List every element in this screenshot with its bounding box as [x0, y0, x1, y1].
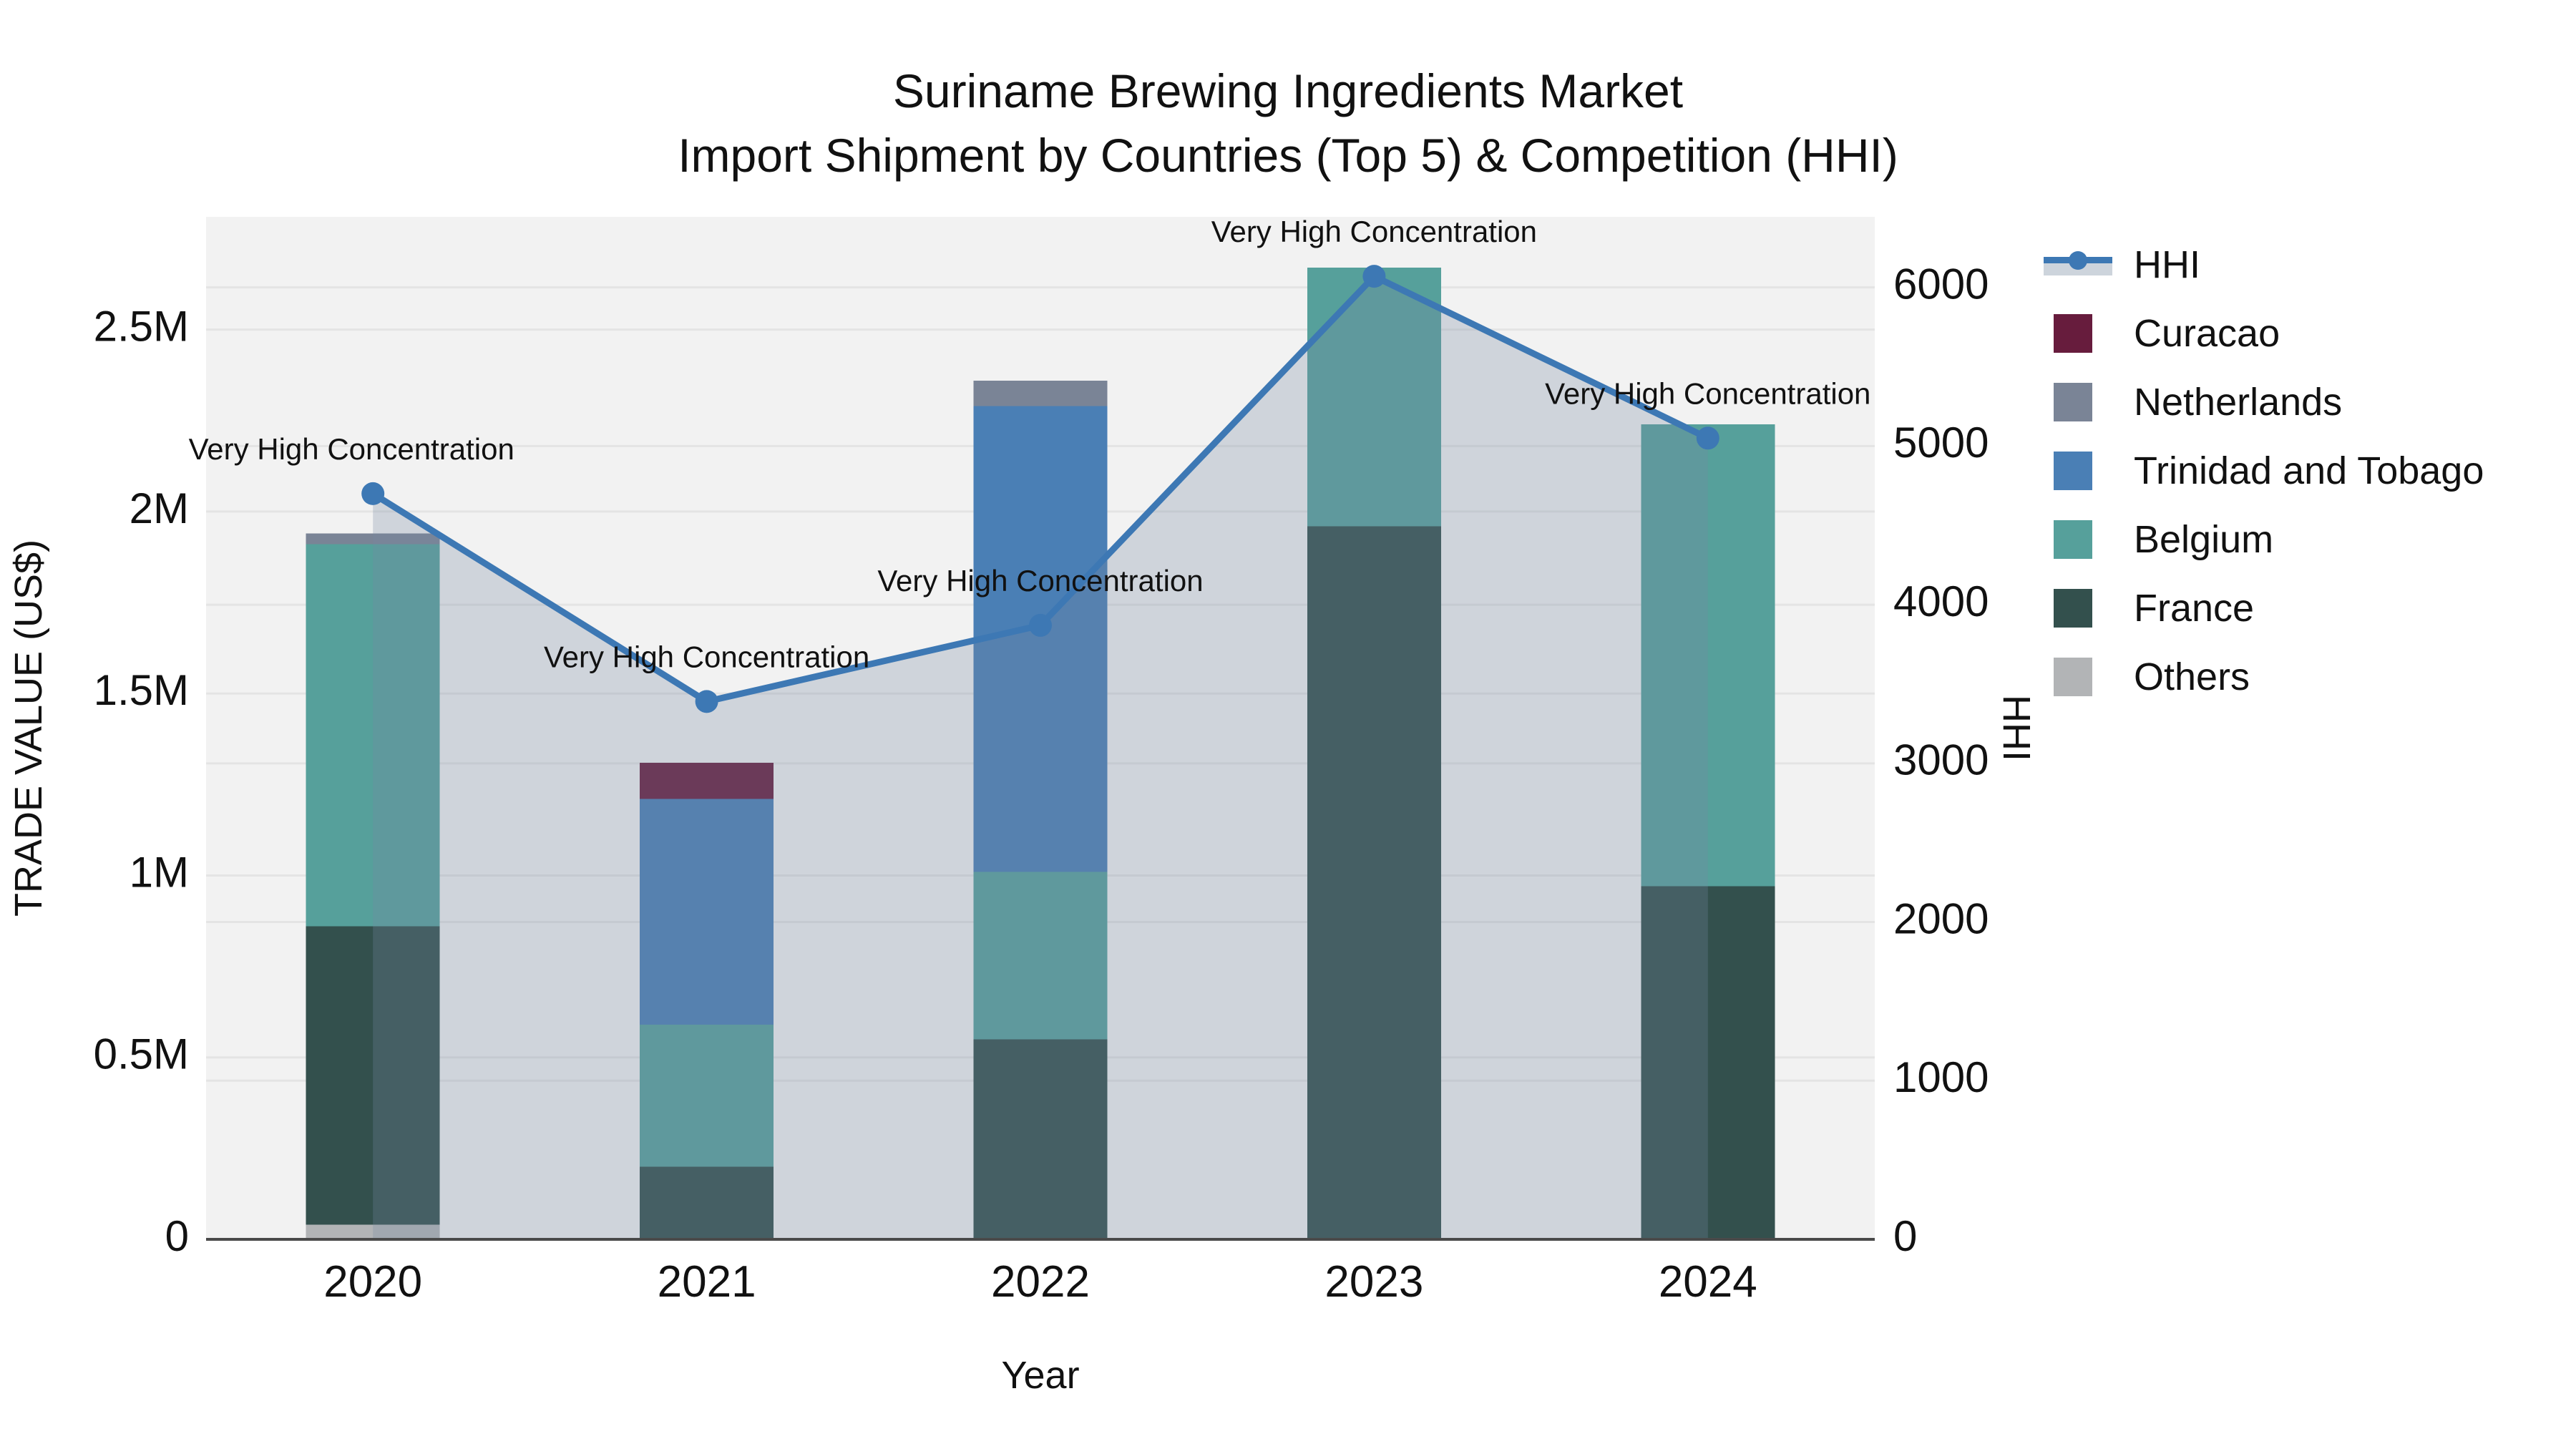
- france-swatch-icon: [2054, 589, 2092, 628]
- color-swatch: [2044, 452, 2124, 490]
- x-tick-2024: 2024: [1659, 1257, 1757, 1307]
- hhi-marker-2022[interactable]: [1029, 613, 1052, 637]
- y-right-tick-4000: 4000: [1893, 577, 1989, 625]
- legend-label: Belgium: [2134, 518, 2274, 561]
- hhi-marker-2023[interactable]: [1362, 265, 1386, 288]
- legend-item-curacao[interactable]: Curacao: [2044, 299, 2484, 368]
- color-swatch: [2044, 520, 2124, 559]
- color-swatch: [2044, 658, 2124, 696]
- color-swatch: [2044, 383, 2124, 421]
- legend-item-netherlands[interactable]: Netherlands: [2044, 368, 2484, 436]
- trinidad-and-tobago-swatch-icon: [2054, 452, 2092, 490]
- annotation-2022: Very High Concentration: [877, 564, 1203, 597]
- x-tick-2023: 2023: [1324, 1257, 1423, 1307]
- legend-label: HHI: [2134, 243, 2200, 286]
- y-right-tick-1000: 1000: [1893, 1053, 1989, 1101]
- legend-item-belgium[interactable]: Belgium: [2044, 505, 2484, 574]
- curacao-swatch-icon: [2054, 314, 2092, 353]
- color-swatch: [2044, 589, 2124, 628]
- x-axis-title: Year: [1001, 1354, 1079, 1397]
- hhi-marker-2024[interactable]: [1696, 426, 1719, 450]
- legend: HHI Curacao Netherlands Trinidad and Tobago…: [2044, 230, 2484, 711]
- legend-label: Netherlands: [2134, 381, 2343, 424]
- y-right-tick-2000: 2000: [1893, 894, 1989, 942]
- chart-title-line1: Suriname Brewing Ingredients Market: [893, 64, 1683, 117]
- x-tick-2022: 2022: [991, 1257, 1090, 1307]
- hhi-marker-2021[interactable]: [695, 690, 718, 713]
- y-right-axis-title: HHI: [1995, 695, 2038, 761]
- color-swatch: [2044, 314, 2124, 353]
- hhi-area-band-icon: [2044, 251, 2112, 277]
- y-left-tick-2M: 2M: [130, 484, 189, 532]
- belgium-swatch-icon: [2054, 520, 2092, 559]
- legend-item-france[interactable]: France: [2044, 574, 2484, 643]
- legend-item-others[interactable]: Others: [2044, 643, 2484, 711]
- chart-canvas: Very High Concentration Very High Concent…: [7, 64, 2038, 1397]
- legend-item-trinidad-and-tobago[interactable]: Trinidad and Tobago: [2044, 436, 2484, 505]
- y-left-axis-title: TRADE VALUE (US$): [7, 540, 50, 917]
- y-right-tick-3000: 3000: [1893, 736, 1989, 784]
- y-right-tick-0: 0: [1893, 1212, 1917, 1260]
- x-tick-2021: 2021: [658, 1257, 756, 1307]
- legend-item-hhi[interactable]: HHI: [2044, 230, 2484, 299]
- annotation-2024: Very High Concentration: [1545, 376, 1870, 410]
- y-left-tick-1M: 1M: [130, 848, 189, 896]
- others-swatch-icon: [2054, 658, 2092, 696]
- x-tick-2020: 2020: [323, 1257, 422, 1307]
- y-left-tick-1.5M: 1.5M: [94, 666, 189, 714]
- legend-label: Curacao: [2134, 312, 2280, 355]
- y-right-tick-6000: 6000: [1893, 260, 1989, 308]
- annotation-2023: Very High Concentration: [1211, 215, 1537, 248]
- legend-label: France: [2134, 587, 2255, 630]
- annotation-2021: Very High Concentration: [544, 640, 869, 673]
- hhi-line-swatch: [2044, 251, 2124, 277]
- y-left-tick-0.5M: 0.5M: [94, 1030, 189, 1078]
- y-left-tick-2.5M: 2.5M: [94, 302, 189, 350]
- hhi-marker-2020[interactable]: [361, 482, 385, 505]
- y-left-tick-0: 0: [165, 1212, 189, 1260]
- bar-segment-netherlands-2022[interactable]: [973, 380, 1108, 406]
- legend-label: Others: [2134, 655, 2250, 698]
- chart-title-line2: Import Shipment by Countries (Top 5) & C…: [678, 129, 1898, 182]
- legend-label: Trinidad and Tobago: [2134, 449, 2484, 492]
- annotation-2020: Very High Concentration: [189, 432, 514, 466]
- y-right-tick-5000: 5000: [1893, 419, 1989, 467]
- netherlands-swatch-icon: [2054, 383, 2092, 421]
